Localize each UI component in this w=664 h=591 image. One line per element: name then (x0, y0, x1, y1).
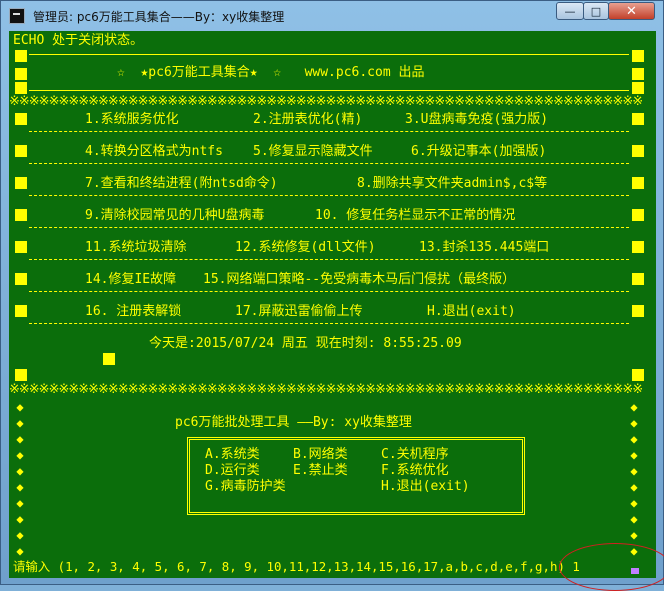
menu-item-17: 17.屏蔽迅雷偷偷上传 (235, 304, 363, 319)
decor-square (15, 177, 27, 189)
menu-item-15: 15.网络端口策略--免受病毒木马后门侵扰（最终版） (203, 272, 516, 287)
menu-item-8: 8.删除共享文件夹admin$,c$等 (357, 176, 548, 191)
decor-square (15, 273, 27, 285)
divider-line (29, 131, 629, 133)
category-g: G.病毒防护类 (205, 479, 286, 494)
decor-square (15, 209, 27, 221)
menu-item-16: 16. 注册表解锁 (85, 304, 182, 319)
divider-line (29, 90, 629, 91)
category-e: E.禁止类 (293, 463, 348, 478)
input-prompt[interactable]: 请输入 (1, 2, 3, 4, 5, 6, 7, 8, 9, 10,11,12… (13, 559, 580, 575)
menu-item-7: 7.查看和终结进程(附ntsd命令) (85, 176, 278, 191)
menu-item-exit: H.退出(exit) (427, 304, 516, 319)
category-b: B.网络类 (293, 447, 348, 462)
category-d: D.运行类 (205, 463, 260, 478)
decor-square (632, 68, 644, 80)
decor-square (15, 241, 27, 253)
pattern-bar: ※※※※※※※※※※※※※※※※※※※※※※※※※※※※※※※※※※※※※※※※… (9, 383, 643, 397)
decor-square (103, 353, 115, 365)
menu-item-14: 14.修复IE故障 (85, 272, 177, 287)
console-area[interactable]: ECHO 处于关闭状态。 ☆ ★pc6万能工具集合★ ☆ www.pc6.com… (9, 31, 656, 578)
maximize-button[interactable]: □ (583, 2, 609, 20)
decor-square (15, 113, 27, 125)
decor-square (632, 305, 644, 317)
menu-item-10: 10. 修复任务栏显示不正常的情况 (315, 208, 516, 223)
cmd-app-icon (9, 8, 25, 24)
decor-square (632, 50, 644, 62)
menu-item-11: 11.系统垃圾清除 (85, 240, 187, 255)
category-a: A.系统类 (205, 447, 260, 462)
window-title: 管理员: pc6万能工具集合——By：xy收集整理 (33, 10, 285, 24)
divider-line (29, 54, 629, 55)
menu-item-13: 13.封杀135.445端口 (419, 240, 550, 255)
decor-square (632, 82, 644, 94)
decor-square (632, 369, 644, 381)
sub-title: pc6万能批处理工具 ——By: xy收集整理 (175, 415, 412, 430)
menu-item-6: 6.升级记事本(加强版) (411, 144, 547, 159)
diamond-column-left: ◆◆◆◆◆◆◆◆◆◆◆◆◆◆◆◆◆◆◆◆◆◆◆◆◆◆◆◆◆◆◆◆◆◆◆◆◆◆◆◆… (16, 400, 24, 558)
decor-square (632, 273, 644, 285)
divider-line (29, 195, 629, 197)
menu-item-2: 2.注册表优化(精) (253, 112, 363, 127)
divider-line (29, 259, 629, 261)
decor-square (15, 369, 27, 381)
minimize-button[interactable]: — (556, 2, 584, 20)
header-banner: ☆ ★pc6万能工具集合★ ☆ www.pc6.com 出品 (117, 65, 425, 80)
category-f: F.系统优化 (381, 463, 449, 478)
category-h: H.退出(exit) (381, 479, 470, 494)
annotation-circle (559, 543, 664, 591)
console-window: 管理员: pc6万能工具集合——By：xy收集整理 — □ ✕ ECHO 处于关… (0, 0, 664, 591)
decor-square (15, 68, 27, 80)
divider-line (29, 163, 629, 165)
menu-item-9: 9.清除校园常见的几种U盘病毒 (85, 208, 265, 223)
divider-line (29, 323, 629, 325)
divider-line (29, 227, 629, 229)
category-c: C.关机程序 (381, 447, 449, 462)
decor-square (632, 113, 644, 125)
menu-item-1: 1.系统服务优化 (85, 112, 179, 127)
date-time-line: 今天是:2015/07/24 周五 现在时刻: 8:55:25.09 (149, 336, 462, 351)
diamond-column-right: ◆◆◆◆◆◆◆◆◆◆◆◆◆◆◆◆◆◆◆◆◆◆◆◆◆◆◆◆◆◆◆◆◆◆◆◆◆◆◆◆… (630, 400, 638, 558)
close-button[interactable]: ✕ (608, 2, 655, 20)
menu-item-3: 3.U盘病毒免疫(强力版) (405, 112, 549, 127)
decor-square (15, 145, 27, 157)
menu-item-4: 4.转换分区格式为ntfs (85, 144, 223, 159)
decor-square (632, 209, 644, 221)
decor-square (15, 305, 27, 317)
title-bar[interactable]: 管理员: pc6万能工具集合——By：xy收集整理 — □ ✕ (1, 1, 663, 31)
decor-square (15, 50, 27, 62)
echo-status-line: ECHO 处于关闭状态。 (13, 33, 144, 48)
menu-item-12: 12.系统修复(dll文件) (235, 240, 376, 255)
decor-square (632, 145, 644, 157)
decor-square (15, 82, 27, 94)
divider-line (29, 291, 629, 293)
menu-item-5: 5.修复显示隐藏文件 (253, 144, 373, 159)
pattern-bar: ※※※※※※※※※※※※※※※※※※※※※※※※※※※※※※※※※※※※※※※※… (9, 95, 643, 109)
decor-square (632, 177, 644, 189)
decor-square (632, 241, 644, 253)
